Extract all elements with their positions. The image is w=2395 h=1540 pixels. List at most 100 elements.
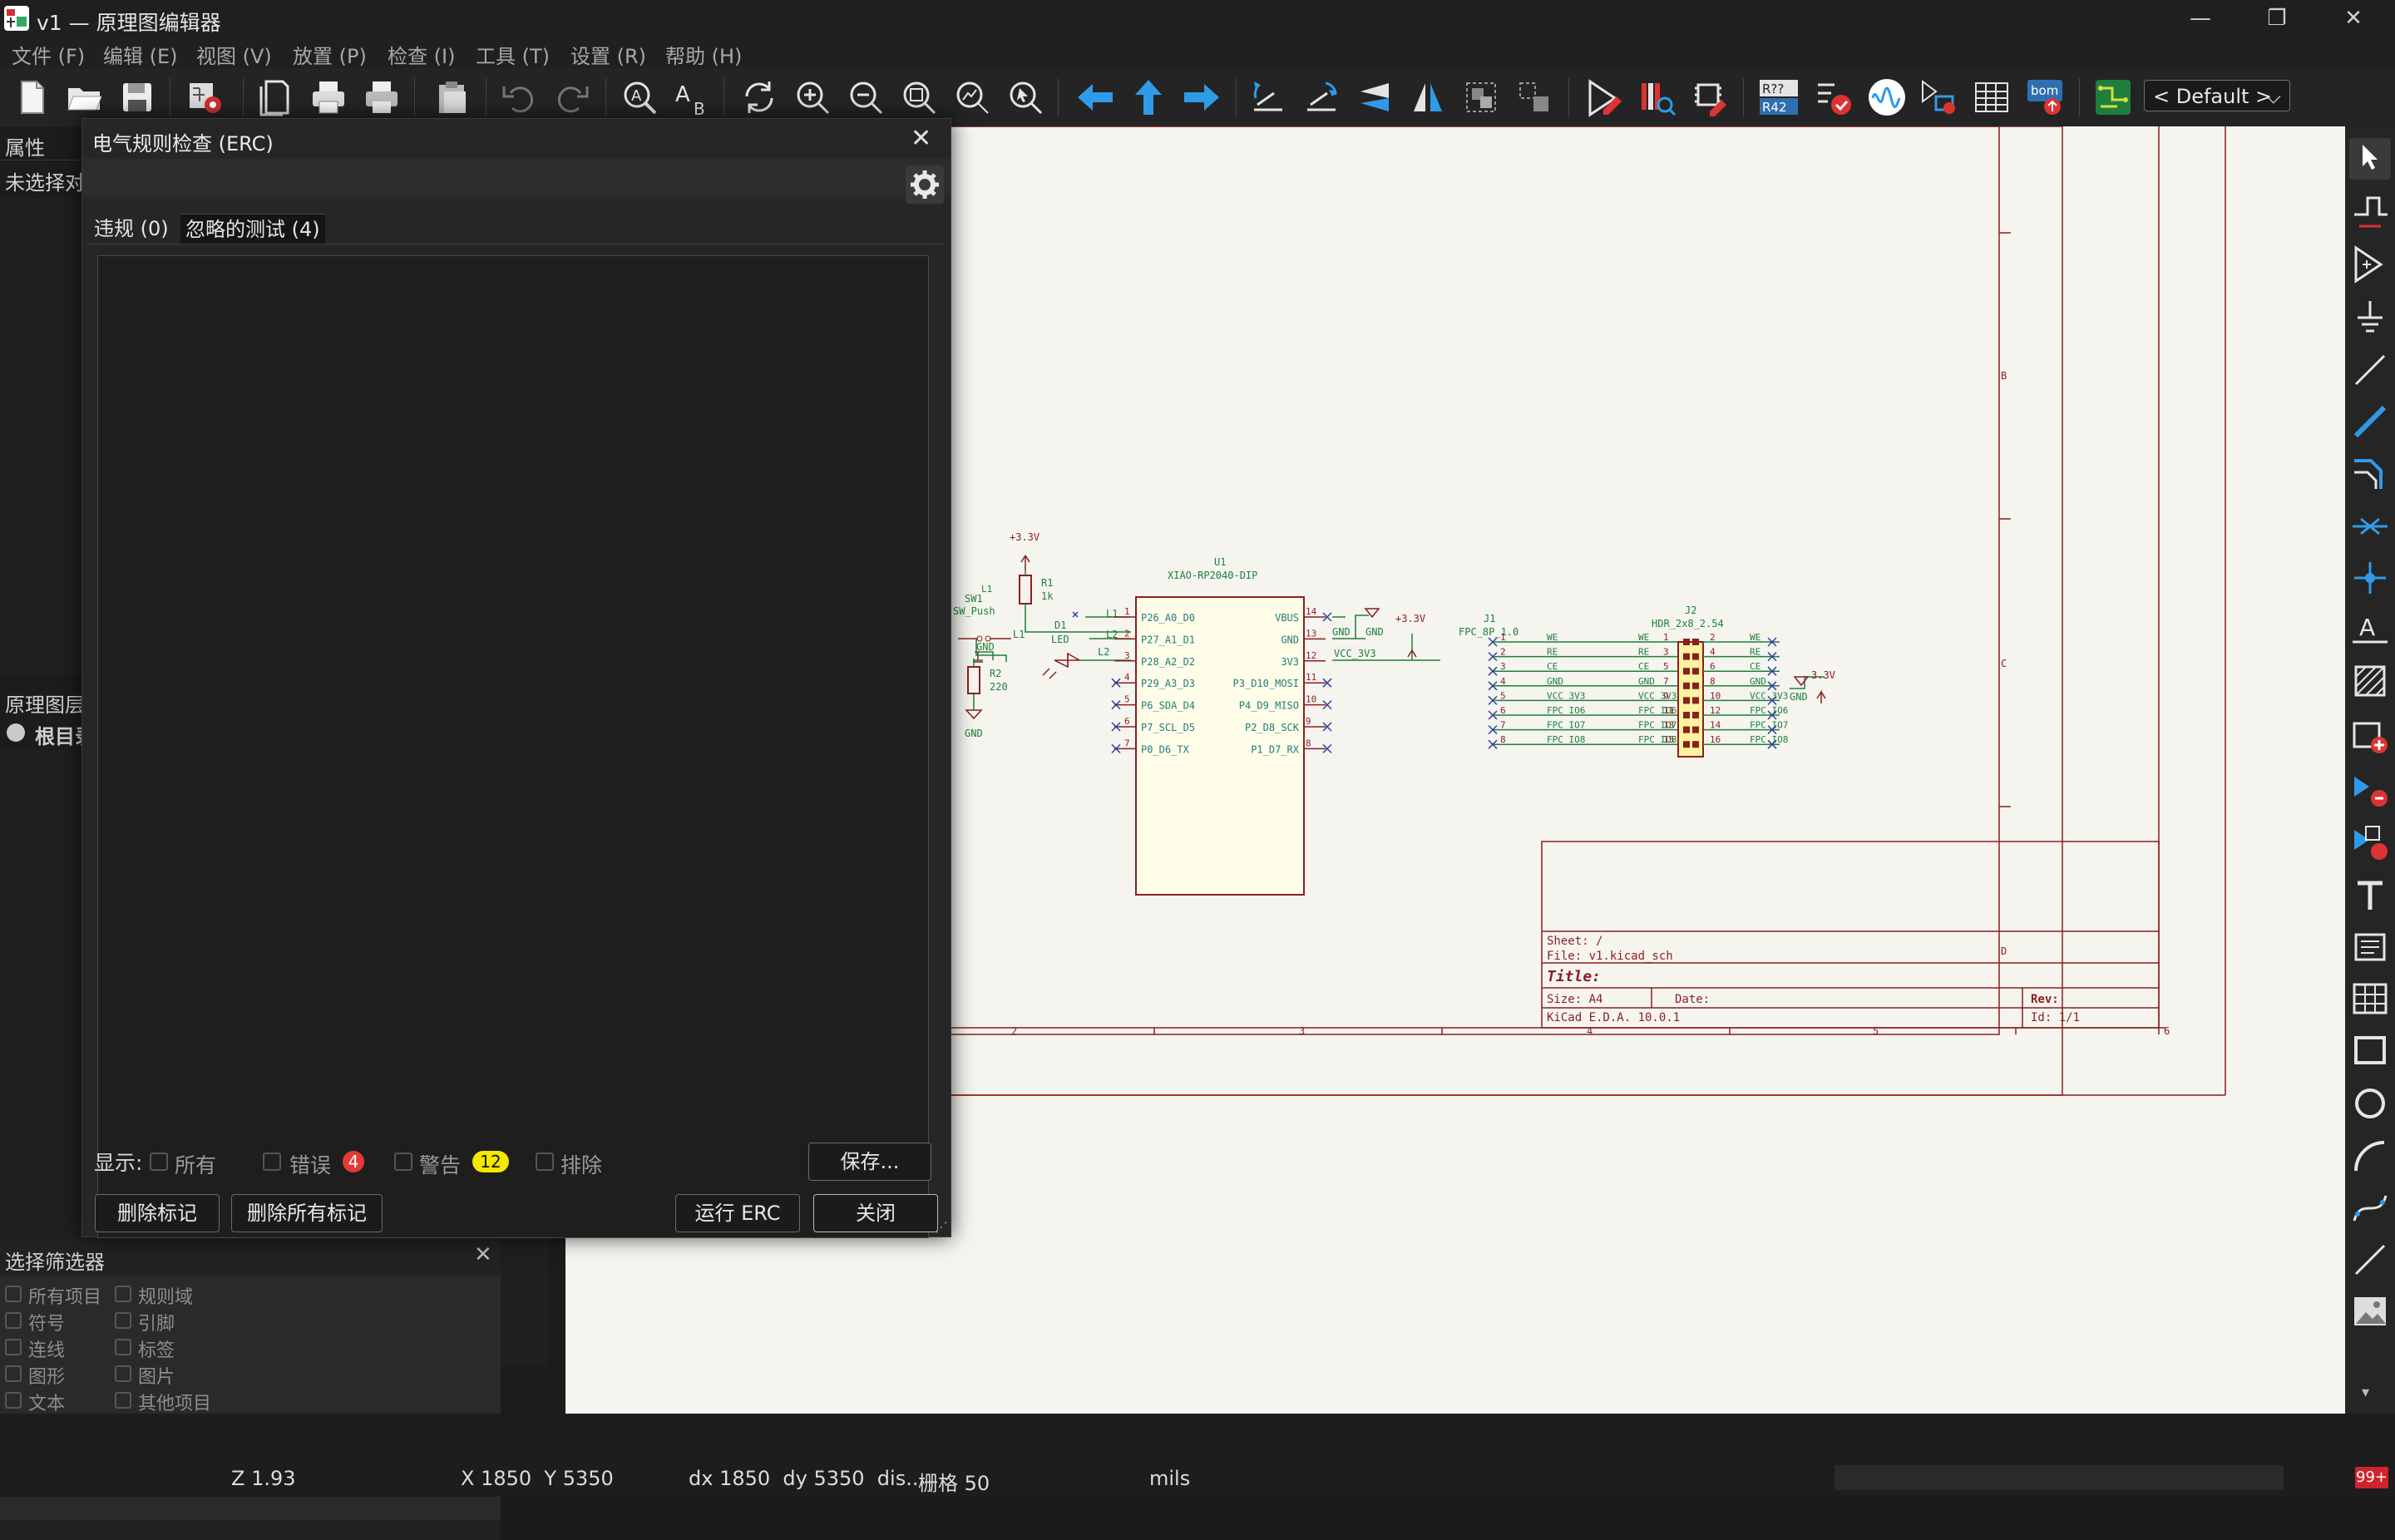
- find-icon[interactable]: A: [619, 77, 660, 118]
- add-bus-entry-icon[interactable]: [2349, 452, 2391, 494]
- add-label-icon[interactable]: A: [2349, 609, 2391, 650]
- ungroup-icon[interactable]: [1514, 77, 1555, 118]
- tab-ignored-tests[interactable]: 忽略的测试 (4): [180, 214, 325, 244]
- filter-pins-checkbox[interactable]: [115, 1312, 131, 1329]
- generate-bom-icon[interactable]: bom: [2024, 77, 2066, 118]
- j2-connector[interactable]: J2 HDR_2x8_2.54 WE 1RE 3CE 5GND 7VCC_3V39FPC…: [1638, 605, 1835, 758]
- add-bus-icon[interactable]: [2349, 401, 2391, 442]
- mirror-vertical-icon[interactable]: [1354, 77, 1395, 118]
- symbol-fields-table-icon[interactable]: [1971, 77, 2012, 118]
- filter-wires-checkbox[interactable]: [5, 1339, 22, 1355]
- erc-settings-button[interactable]: [906, 165, 944, 204]
- mirror-horizontal-icon[interactable]: [1407, 77, 1449, 118]
- new-file-icon[interactable]: [12, 77, 53, 118]
- show-errors-checkbox[interactable]: [263, 1153, 281, 1171]
- tab-violations[interactable]: 违规 (0): [89, 214, 174, 244]
- add-line-icon[interactable]: [2349, 1239, 2391, 1281]
- add-power-icon[interactable]: [2349, 296, 2391, 338]
- paste-icon[interactable]: [431, 77, 472, 118]
- erc-results-list[interactable]: [97, 255, 929, 1238]
- filter-other-items-checkbox[interactable]: [115, 1392, 131, 1409]
- navigate-back-icon[interactable]: [1074, 77, 1116, 118]
- page-settings-icon[interactable]: [254, 77, 296, 118]
- close-dialog-button[interactable]: 关闭: [813, 1194, 938, 1232]
- add-sheet-icon[interactable]: [2349, 715, 2391, 757]
- filter-symbols-checkbox[interactable]: [5, 1312, 22, 1329]
- filter-rule-areas-checkbox[interactable]: [115, 1286, 131, 1302]
- run-erc-button[interactable]: 运行 ERC: [675, 1194, 800, 1232]
- notifications-badge[interactable]: 99+: [2355, 1467, 2388, 1488]
- symbol-library-browser-icon[interactable]: [1637, 77, 1678, 118]
- select-tool-icon[interactable]: [2349, 138, 2391, 180]
- add-text-icon[interactable]: [2349, 875, 2391, 916]
- menu-view[interactable]: 视图 (V): [196, 40, 272, 69]
- navigate-up-icon[interactable]: [1128, 77, 1169, 118]
- assign-footprints-icon[interactable]: [1918, 77, 1959, 118]
- annotate-icon[interactable]: R?? R42: [1758, 77, 1800, 118]
- pcb-editor-icon[interactable]: [2092, 77, 2134, 118]
- menu-preferences[interactable]: 设置 (R): [570, 40, 646, 69]
- menu-inspect[interactable]: 检查 (I): [388, 40, 455, 69]
- footprint-editor-icon[interactable]: [1690, 77, 1731, 118]
- restore-button[interactable]: ❐: [2252, 3, 2302, 33]
- erc-icon[interactable]: [1813, 77, 1854, 118]
- find-replace-icon[interactable]: AB: [672, 77, 714, 119]
- refresh-icon[interactable]: [738, 77, 780, 118]
- delete-all-markers-button[interactable]: 删除所有标记: [231, 1194, 383, 1232]
- show-excluded-checkbox[interactable]: [536, 1153, 554, 1171]
- selection-filter-close-icon[interactable]: ✕: [474, 1242, 492, 1267]
- undo-icon[interactable]: [497, 77, 539, 118]
- zoom-out-icon[interactable]: [845, 77, 886, 118]
- menu-tools[interactable]: 工具 (T): [476, 40, 550, 69]
- redo-icon[interactable]: [552, 77, 594, 118]
- menu-file[interactable]: 文件 (F): [12, 40, 85, 69]
- show-all-checkbox[interactable]: [150, 1153, 168, 1171]
- add-arc-icon[interactable]: [2349, 1136, 2391, 1177]
- add-circle-icon[interactable]: [2349, 1083, 2391, 1124]
- zoom-selection-icon[interactable]: [1005, 77, 1046, 118]
- filter-labels-checkbox[interactable]: [115, 1339, 131, 1355]
- navigate-forward-icon[interactable]: [1181, 77, 1222, 118]
- minimize-button[interactable]: —: [2175, 3, 2225, 33]
- add-wire-icon[interactable]: [2349, 349, 2391, 391]
- resize-grip-icon[interactable]: ⋰: [935, 1219, 948, 1235]
- close-window-button[interactable]: ✕: [2328, 3, 2378, 33]
- zoom-in-icon[interactable]: [792, 77, 833, 118]
- save-report-button[interactable]: 保存...: [808, 1143, 931, 1181]
- zoom-fit-icon[interactable]: [898, 77, 940, 118]
- filter-all-items-checkbox[interactable]: [5, 1286, 22, 1302]
- erc-dialog-close-icon[interactable]: ✕: [911, 124, 931, 153]
- local-ratsnest-icon[interactable]: [2349, 190, 2391, 231]
- add-junction-icon[interactable]: [2349, 557, 2391, 599]
- schematic-setup-icon[interactable]: [185, 77, 226, 118]
- add-bezier-icon[interactable]: [2349, 1187, 2391, 1229]
- menu-edit[interactable]: 编辑 (E): [103, 40, 178, 69]
- add-textbox-icon[interactable]: [2349, 926, 2391, 968]
- group-icon[interactable]: [1460, 77, 1502, 118]
- import-sheet-icon[interactable]: [2349, 822, 2391, 863]
- chevron-down-icon[interactable]: ▾: [2362, 1384, 2369, 1401]
- save-icon[interactable]: [116, 77, 158, 118]
- simulator-icon[interactable]: [1866, 77, 1908, 118]
- add-image-icon[interactable]: [2349, 1291, 2391, 1332]
- print-icon[interactable]: [308, 77, 349, 118]
- add-table-icon[interactable]: [2349, 978, 2391, 1019]
- import-sheet-pin-icon[interactable]: [2349, 768, 2391, 810]
- u1-symbol[interactable]: U1 XIAO-RP2040-DIP 1 P26_A0_D0 2 P27_A1_D1 3…: [1111, 556, 1332, 896]
- menu-place[interactable]: 放置 (P): [293, 40, 367, 69]
- show-warnings-checkbox[interactable]: [394, 1153, 412, 1171]
- filter-images-checkbox[interactable]: [115, 1365, 131, 1382]
- plot-icon[interactable]: [361, 77, 402, 118]
- rotate-cw-icon[interactable]: [1301, 77, 1342, 118]
- symbol-editor-icon[interactable]: [1583, 77, 1625, 118]
- zoom-preset-select[interactable]: < Default > ⌵: [2144, 80, 2290, 111]
- menu-help[interactable]: 帮助 (H): [665, 40, 742, 69]
- rotate-ccw-icon[interactable]: [1247, 77, 1289, 118]
- add-symbol-icon[interactable]: [2349, 243, 2391, 284]
- filter-text-checkbox[interactable]: [5, 1392, 22, 1409]
- zoom-objects-icon[interactable]: [951, 77, 993, 118]
- add-rule-area-icon[interactable]: [2349, 660, 2391, 702]
- no-connect-icon[interactable]: [2349, 506, 2391, 547]
- add-rectangle-icon[interactable]: [2349, 1029, 2391, 1071]
- filter-graphics-checkbox[interactable]: [5, 1365, 22, 1382]
